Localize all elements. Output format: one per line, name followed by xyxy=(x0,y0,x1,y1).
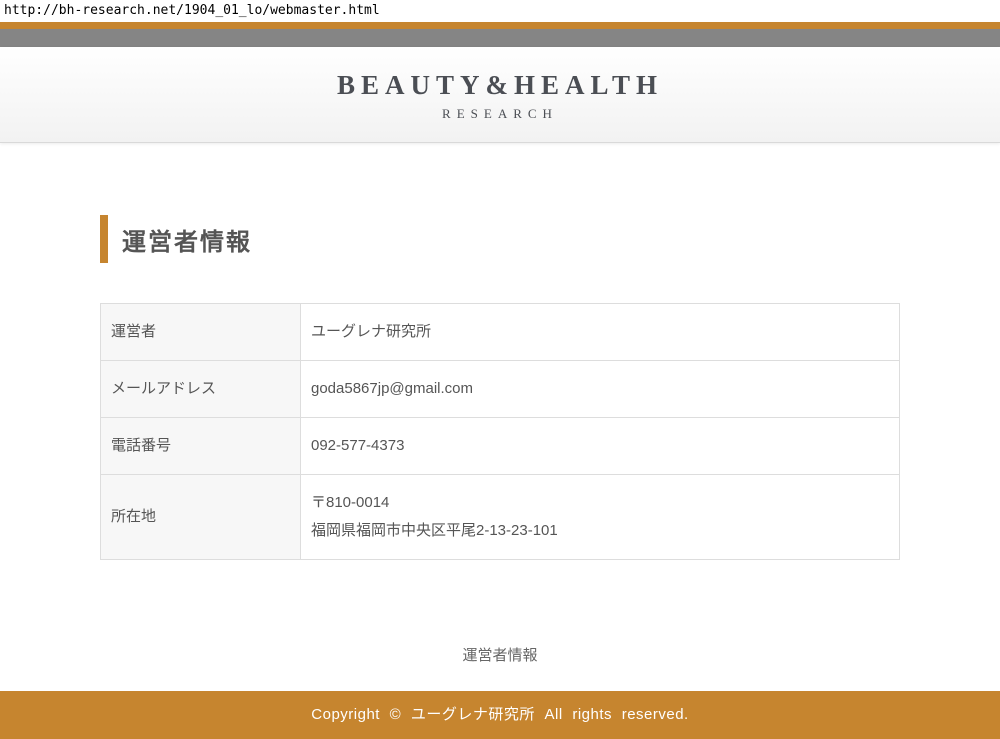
row-label-address: 所在地 xyxy=(101,475,301,560)
table-row-phone: 電話番号 092-577-4373 xyxy=(101,418,900,475)
row-value-phone: 092-577-4373 xyxy=(301,418,900,475)
row-value-operator: ユーグレナ研究所 xyxy=(301,304,900,361)
row-label-email: メールアドレス xyxy=(101,361,301,418)
site-header: BEAUTY&HEALTH RESEARCH xyxy=(0,47,1000,143)
email-value: goda5867jp@gmail.com xyxy=(311,375,889,403)
copyright-bar: Copyright © ユーグレナ研究所 All rights reserved… xyxy=(0,691,1000,739)
copyright-text: Copyright © ユーグレナ研究所 All rights reserved… xyxy=(0,691,1000,739)
row-label-phone: 電話番号 xyxy=(101,418,301,475)
street-address-value: 福岡県福岡市中央区平尾2-13-23-101 xyxy=(311,517,889,545)
logo-title: BEAUTY&HEALTH xyxy=(0,71,1000,99)
page-title: 運営者情報 xyxy=(122,222,252,257)
section-heading: 運営者情報 xyxy=(100,215,900,263)
row-label-operator: 運営者 xyxy=(101,304,301,361)
row-value-address: 〒810-0014 福岡県福岡市中央区平尾2-13-23-101 xyxy=(301,475,900,560)
table-row-operator: 運営者 ユーグレナ研究所 xyxy=(101,304,900,361)
site-logo: BEAUTY&HEALTH RESEARCH xyxy=(0,71,1000,121)
table-row-email: メールアドレス goda5867jp@gmail.com xyxy=(101,361,900,418)
row-value-email: goda5867jp@gmail.com xyxy=(301,361,900,418)
operator-info-table: 運営者 ユーグレナ研究所 メールアドレス goda5867jp@gmail.co… xyxy=(100,303,900,560)
postal-code-value: 〒810-0014 xyxy=(311,489,889,517)
main-content: 運営者情報 運営者 ユーグレナ研究所 メールアドレス goda5867jp@gm… xyxy=(100,215,900,665)
top-gray-bar xyxy=(0,29,1000,47)
address-bar[interactable]: http://bh-research.net/1904_01_lo/webmas… xyxy=(0,0,1000,22)
value-line: ユーグレナ研究所 xyxy=(311,318,889,346)
table-row-address: 所在地 〒810-0014 福岡県福岡市中央区平尾2-13-23-101 xyxy=(101,475,900,560)
phone-value: 092-577-4373 xyxy=(311,432,889,460)
footer-nav-link-operator-info[interactable]: 運営者情報 xyxy=(462,647,537,664)
logo-subtitle: RESEARCH xyxy=(0,107,1000,121)
top-accent-strip xyxy=(0,22,1000,29)
footer-nav: 運営者情報 xyxy=(100,644,900,665)
